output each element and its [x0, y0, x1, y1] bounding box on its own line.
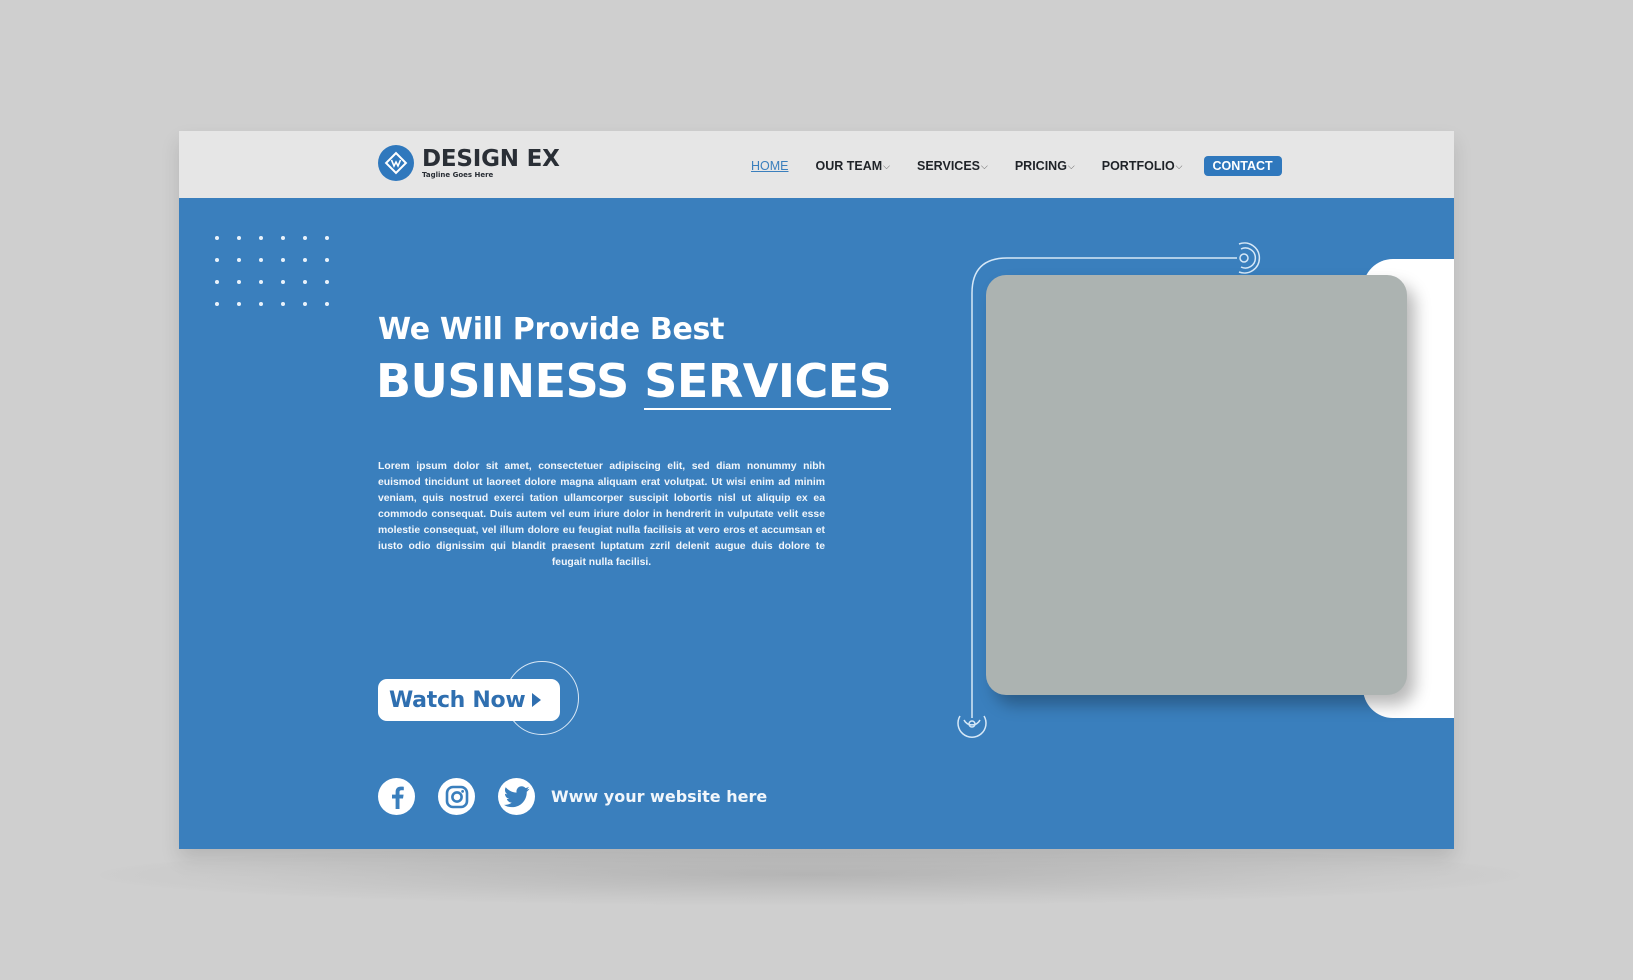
- social-links: Www your website here: [378, 778, 767, 815]
- chevron-down-icon: ⌵: [981, 160, 988, 171]
- signal-icon: [957, 715, 987, 738]
- decorative-dot: [303, 280, 307, 284]
- watch-now-button[interactable]: Watch Now: [378, 679, 560, 721]
- decorative-dot: [237, 280, 241, 284]
- chevron-down-icon: ⌵: [1067, 160, 1075, 171]
- decorative-dot: [259, 236, 263, 240]
- decorative-dot: [325, 236, 329, 240]
- website-url[interactable]: Www your website here: [551, 787, 767, 806]
- brand-tagline: Tagline Goes Here: [422, 170, 494, 179]
- headline-word: BUSINESS: [376, 354, 629, 408]
- play-icon: [532, 693, 542, 707]
- decorative-dot: [281, 302, 285, 306]
- twitter-icon[interactable]: [498, 778, 535, 815]
- nav-label: SERVICES: [917, 159, 980, 173]
- decorative-dot: [281, 280, 285, 284]
- decorative-dot: [215, 302, 219, 306]
- nav-label: HOME: [751, 159, 789, 173]
- hero-headline: BUSINESS SERVICES: [376, 354, 892, 410]
- decorative-dot: [281, 258, 285, 262]
- decorative-dot: [259, 280, 263, 284]
- decorative-dot: [215, 280, 219, 284]
- contact-button[interactable]: CONTACT: [1203, 156, 1282, 176]
- chevron-down-icon: ⌵: [883, 160, 890, 171]
- decorative-dot: [281, 236, 285, 240]
- nav-label: OUR TEAM: [815, 159, 883, 173]
- hero-subheading: We Will Provide Best: [378, 312, 725, 347]
- hero-section: We Will Provide Best BUSINESS SERVICES L…: [179, 198, 1454, 849]
- website-banner: DESIGN EX Tagline Goes Here HOME OUR TEA…: [179, 131, 1454, 849]
- decorative-dot: [215, 258, 219, 262]
- decorative-dot: [259, 258, 263, 262]
- decorative-dot-grid: [215, 236, 329, 306]
- hero-body-text: Lorem ipsum dolor sit amet, consectetuer…: [378, 461, 825, 569]
- decorative-dot: [325, 280, 329, 284]
- instagram-icon[interactable]: [438, 778, 475, 815]
- nav-label: PORTFOLIO: [1101, 159, 1175, 173]
- nav-item-our-team[interactable]: OUR TEAM ⌵: [816, 159, 891, 173]
- nav-item-pricing[interactable]: PRICING ⌵: [1015, 159, 1075, 173]
- diamond-monogram-icon: [378, 145, 414, 181]
- watch-now-label: Watch Now: [389, 687, 526, 713]
- nav-item-services[interactable]: SERVICES ⌵: [917, 159, 988, 173]
- signal-icon: [1238, 242, 1261, 274]
- headline-word-underlined: SERVICES: [644, 354, 892, 410]
- decorative-dot: [237, 302, 241, 306]
- decorative-dot: [303, 258, 307, 262]
- page-drop-shadow: [100, 845, 1520, 905]
- facebook-icon[interactable]: [378, 778, 415, 815]
- main-nav: HOME OUR TEAM ⌵ SERVICES ⌵ PRICING ⌵ PORTFO…: [751, 156, 1282, 176]
- decorative-dot: [303, 236, 307, 240]
- brand-name: DESIGN EX: [422, 145, 560, 172]
- image-placeholder: [986, 275, 1407, 695]
- decorative-dot: [237, 236, 241, 240]
- decorative-dot: [325, 258, 329, 262]
- chevron-down-icon: ⌵: [1175, 160, 1183, 171]
- decorative-dot: [215, 236, 219, 240]
- nav-item-home[interactable]: HOME: [751, 159, 789, 173]
- site-header: DESIGN EX Tagline Goes Here HOME OUR TEA…: [179, 131, 1454, 198]
- nav-item-portfolio[interactable]: PORTFOLIO ⌵: [1102, 159, 1183, 173]
- nav-label: PRICING: [1014, 159, 1067, 173]
- decorative-dot: [325, 302, 329, 306]
- decorative-dot: [303, 302, 307, 306]
- brand-logo[interactable]: DESIGN EX Tagline Goes Here: [378, 145, 560, 181]
- decorative-dot: [237, 258, 241, 262]
- decorative-dot: [259, 302, 263, 306]
